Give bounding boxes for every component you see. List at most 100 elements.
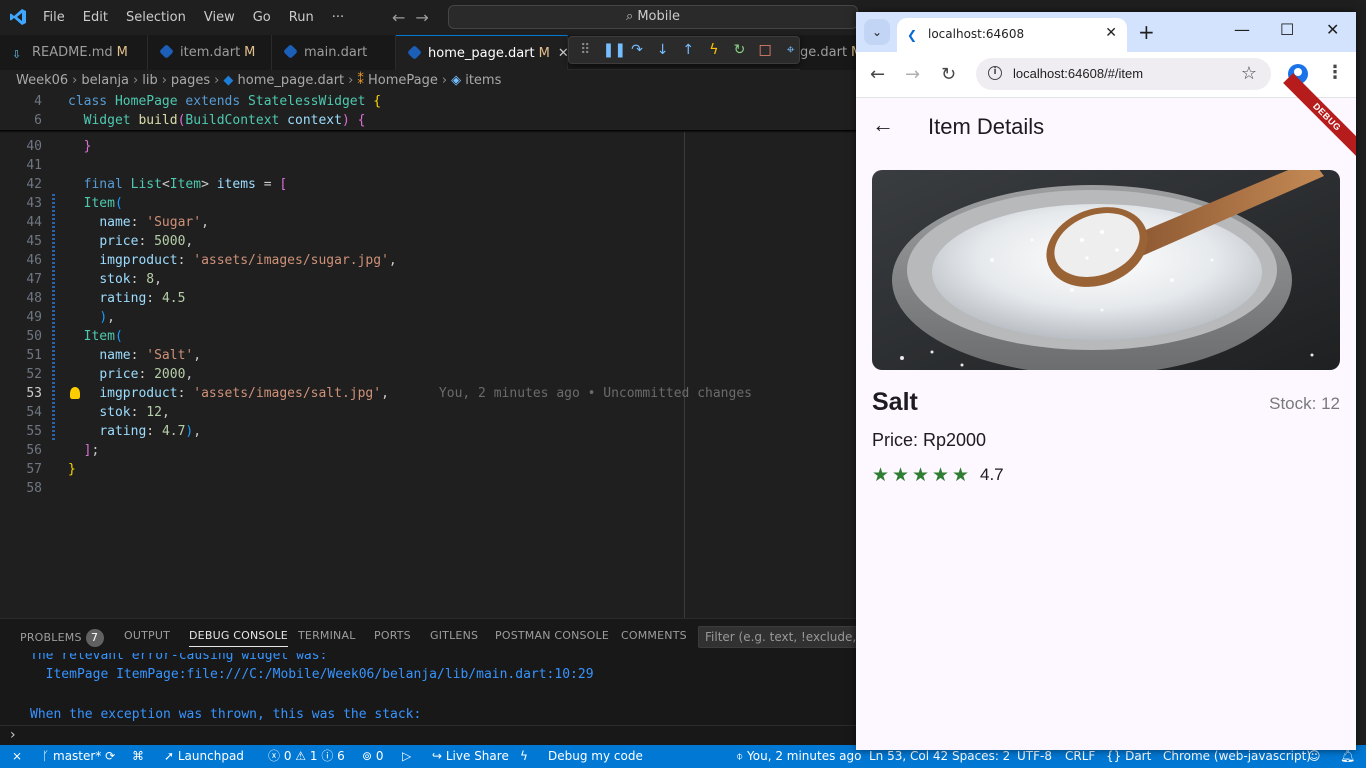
code-line: 50 Item( bbox=[26, 329, 123, 344]
rating-row: ★ ★ ★ ★ ★ 4.7 bbox=[872, 464, 1004, 486]
close-tab-icon[interactable]: ✕ bbox=[1105, 25, 1117, 41]
breadcrumb-item[interactable]: home_page.dart bbox=[238, 73, 345, 88]
tab-main-dart[interactable]: main.dart bbox=[272, 35, 396, 70]
problems-status[interactable]: ⓧ 0 ⚠ 1 ⓘ 6 bbox=[268, 745, 345, 767]
bookmark-star-icon[interactable]: ☆ bbox=[1241, 63, 1257, 84]
stop-icon[interactable]: □ bbox=[757, 42, 774, 58]
drag-handle-icon[interactable]: ⠿ bbox=[577, 42, 594, 58]
code-line: 43 Item( bbox=[26, 196, 123, 211]
console-prompt[interactable]: › bbox=[0, 725, 860, 745]
menu-selection[interactable]: Selection bbox=[117, 0, 195, 35]
hot-reload-icon[interactable]: ϟ bbox=[706, 42, 723, 58]
live-share-status[interactable]: ↪ Live Share bbox=[432, 745, 509, 767]
code-line: 48 rating: 4.5 bbox=[26, 291, 186, 306]
new-tab-icon[interactable]: + bbox=[1138, 20, 1155, 44]
sticky-line: 6 Widget build(BuildContext context) { bbox=[34, 113, 366, 128]
dart-file-icon bbox=[407, 45, 422, 60]
back-arrow-icon[interactable]: ← bbox=[872, 112, 894, 138]
pause-icon[interactable]: ❚❚ bbox=[603, 42, 626, 58]
browser-tab[interactable]: ❮ localhost:64608 ✕ bbox=[897, 18, 1127, 52]
step-over-icon[interactable]: ↷ bbox=[629, 42, 646, 58]
launchpad-status[interactable]: ➚ Launchpad bbox=[164, 745, 244, 767]
gitlens-icon[interactable]: ⌘ bbox=[132, 745, 144, 767]
menu-file[interactable]: File bbox=[34, 0, 74, 35]
commit-icon: ⌽ bbox=[736, 749, 748, 763]
forward-icon[interactable]: → bbox=[905, 64, 920, 85]
remote-icon[interactable]: ⨯ bbox=[0, 745, 34, 768]
breadcrumb-item[interactable]: lib bbox=[142, 73, 157, 88]
search-label: Mobile bbox=[637, 9, 680, 24]
product-stock: Stock: 12 bbox=[1269, 394, 1340, 413]
tab-item-dart[interactable]: item.dart M bbox=[148, 35, 272, 70]
back-icon[interactable]: ← bbox=[870, 64, 885, 85]
chrome-window: ⌄ ❮ localhost:64608 ✕ + — ☐ ✕ ← → ↻ i lo… bbox=[856, 12, 1356, 750]
breadcrumb: Week06 › belanja › lib › pages › ◆ home_page.dar… bbox=[0, 70, 860, 92]
tab-home-page-dart[interactable]: home_page.dart M ✕ bbox=[396, 35, 568, 70]
site-info-icon[interactable]: i bbox=[988, 66, 1002, 80]
inline-blame: You, 2 minutes ago • Uncommitted changes bbox=[438, 386, 752, 401]
breadcrumb-item[interactable]: items bbox=[465, 73, 501, 88]
tab-postman-console[interactable]: POSTMAN CONSOLE bbox=[495, 629, 609, 642]
close-icon[interactable]: ✕ bbox=[558, 46, 567, 61]
branch-icon: ᚴ bbox=[42, 749, 54, 763]
breadcrumb-item[interactable]: Week06 bbox=[16, 73, 68, 88]
debug-status[interactable]: Debug my code bbox=[548, 745, 643, 767]
chrome-toolbar: ← → ↻ i localhost:64608/#/item ☆ ⋮ bbox=[856, 52, 1356, 98]
tab-ports[interactable]: PORTS bbox=[374, 629, 411, 642]
lightbulb-icon[interactable] bbox=[70, 387, 80, 399]
code-line: 57} bbox=[26, 462, 76, 477]
star-icon: ★ bbox=[932, 464, 950, 486]
tab-output[interactable]: OUTPUT bbox=[124, 629, 170, 642]
tab-debug-console[interactable]: DEBUG CONSOLE bbox=[189, 629, 288, 647]
dart-file-icon: ◆ bbox=[223, 73, 238, 88]
blame-status[interactable]: ⌽ You, 2 minutes ago bbox=[736, 745, 861, 767]
code-line: 44 name: 'Sugar', bbox=[26, 215, 209, 230]
step-out-icon[interactable]: ↑ bbox=[680, 42, 697, 58]
restart-icon[interactable]: ↻ bbox=[731, 42, 748, 58]
menu-more[interactable]: ··· bbox=[323, 0, 353, 35]
debug-toolbar: ⠿ ❚❚ ↷ ↓ ↑ ϟ ↻ □ ⌖ bbox=[568, 36, 800, 64]
run-icon[interactable]: ▷ bbox=[402, 745, 411, 767]
breadcrumb-item[interactable]: HomePage bbox=[368, 73, 438, 88]
launchpad-label: Launchpad bbox=[177, 749, 244, 763]
tab-label: main.dart bbox=[304, 45, 368, 60]
command-center-search[interactable]: ⌕ Mobile bbox=[448, 5, 858, 29]
back-arrow-icon[interactable]: ← bbox=[392, 8, 405, 27]
prompt-chevron-icon: › bbox=[10, 727, 16, 743]
menu-go[interactable]: Go bbox=[244, 0, 280, 35]
menu-run[interactable]: Run bbox=[280, 0, 323, 35]
code-line: 56 ]; bbox=[26, 443, 100, 458]
branch-status[interactable]: ᚴ master* ⟳ bbox=[42, 745, 115, 767]
code-editor[interactable]: 4 class HomePage extends StatelessWidget … bbox=[0, 92, 860, 618]
tab-problems[interactable]: PROBLEMS 7 bbox=[20, 629, 104, 647]
reload-icon[interactable]: ↻ bbox=[941, 64, 956, 85]
close-window-icon[interactable]: ✕ bbox=[1326, 20, 1339, 39]
breadcrumb-item[interactable]: pages bbox=[171, 73, 210, 88]
tab-comments[interactable]: COMMENTS bbox=[621, 629, 687, 642]
code-line: 41 bbox=[26, 158, 42, 173]
tab-readme[interactable]: ⇩ README.md M bbox=[0, 35, 148, 70]
maximize-icon[interactable]: ☐ bbox=[1280, 20, 1294, 39]
forward-arrow-icon[interactable]: → bbox=[415, 8, 428, 27]
breadcrumb-item[interactable]: belanja bbox=[81, 73, 129, 88]
console-filter-input[interactable]: Filter (e.g. text, !exclude, \esc bbox=[698, 626, 860, 648]
address-bar[interactable]: i localhost:64608/#/item ☆ bbox=[976, 58, 1271, 90]
step-into-icon[interactable]: ↓ bbox=[654, 42, 671, 58]
sticky-line: 4 class HomePage extends StatelessWidget … bbox=[34, 94, 382, 109]
vscode-logo-icon bbox=[10, 9, 26, 25]
tab-search-icon[interactable]: ⌄ bbox=[864, 19, 890, 45]
code-line: 51 name: 'Salt', bbox=[26, 348, 202, 363]
tab-terminal[interactable]: TERMINAL bbox=[298, 629, 356, 642]
minimize-icon[interactable]: — bbox=[1234, 20, 1250, 39]
code-line: 42 final List<Item> items = [ bbox=[26, 177, 288, 192]
tab-gitlens[interactable]: GITLENS bbox=[430, 629, 478, 642]
devtools-icon[interactable]: ⌖ bbox=[782, 42, 799, 58]
menu-edit[interactable]: Edit bbox=[74, 0, 117, 35]
menu-kebab-icon[interactable]: ⋮ bbox=[1326, 62, 1344, 83]
problems-count-badge: 7 bbox=[85, 629, 104, 647]
tab-partial-dart[interactable]: ge.dartM bbox=[800, 35, 860, 70]
search-icon: ⌕ bbox=[626, 9, 634, 24]
flutter-favicon-icon: ❮ bbox=[907, 28, 918, 42]
ports-status[interactable]: ⊚ 0 bbox=[362, 745, 384, 767]
menu-view[interactable]: View bbox=[195, 0, 244, 35]
